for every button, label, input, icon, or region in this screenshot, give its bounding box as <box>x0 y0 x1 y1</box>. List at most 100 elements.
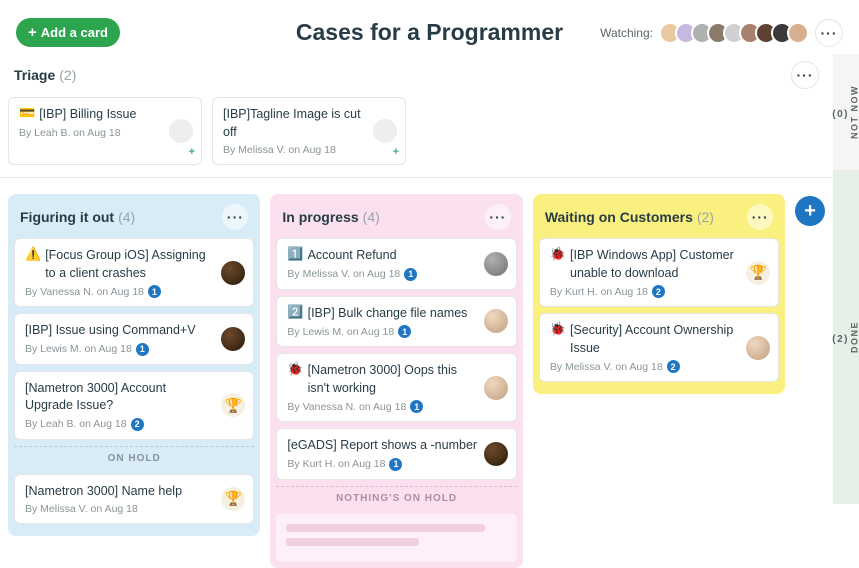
watching-label: Watching: <box>600 26 653 40</box>
triage-card[interactable]: [IBP]Tagline Image is cut off By Melissa… <box>212 97 406 165</box>
card-title: [Focus Group iOS] Assigning to a client … <box>45 247 217 282</box>
assignee-avatar[interactable] <box>746 336 770 360</box>
assignee-avatar[interactable] <box>484 252 508 276</box>
right-rail: (0) NOT NOW (2) DONE <box>833 54 859 504</box>
card-byline: By Leah B. on Aug 18 <box>25 418 127 430</box>
column-waiting: Waiting on Customers (2) ··· 🐞 [IBP Windo… <box>533 194 785 394</box>
assignee-avatar[interactable]: 🏆 <box>221 393 245 417</box>
card-byline: By Melissa V. on Aug 18 <box>223 144 369 156</box>
column-title: Figuring it out <box>20 209 114 225</box>
number-two-icon: 2️⃣ <box>287 305 303 318</box>
card-title: [Nametron 3000] Name help <box>25 483 182 501</box>
triage-card[interactable]: 💳[IBP] Billing Issue By Leah B. on Aug 1… <box>8 97 202 165</box>
card[interactable]: 1️⃣Account Refund By Melissa V. on Aug 1… <box>276 238 516 290</box>
avatar[interactable] <box>787 22 809 44</box>
rail-done-label: DONE <box>849 321 859 353</box>
rail-notnow[interactable]: (0) NOT NOW <box>833 54 859 170</box>
column-count: (4) <box>118 209 135 225</box>
unassigned-avatar[interactable] <box>373 119 397 143</box>
assignee-avatar[interactable]: 🏆 <box>746 261 770 285</box>
triage-count: (2) <box>59 67 76 83</box>
triage-title: Triage <box>14 67 55 83</box>
comment-badge: 1 <box>389 458 402 471</box>
card-title: [IBP] Billing Issue <box>39 106 136 124</box>
rail-notnow-count: (0) <box>833 110 850 121</box>
card[interactable]: ⚠️ [Focus Group iOS] Assigning to a clien… <box>14 238 254 307</box>
card[interactable]: [eGADS] Report shows a -number By Kurt H… <box>276 428 516 480</box>
column-count: (4) <box>363 209 380 225</box>
column-menu-button[interactable]: ··· <box>747 204 773 230</box>
card-title: [IBP] Issue using Command+V <box>25 322 196 340</box>
bug-icon: 🐞 <box>550 322 566 335</box>
column-menu-button[interactable]: ··· <box>485 204 511 230</box>
assignee-avatar[interactable] <box>221 261 245 285</box>
assign-plus-icon[interactable]: + <box>393 146 399 158</box>
card-byline: By Vanessa N. on Aug 18 <box>25 286 144 298</box>
column-count: (2) <box>697 209 714 225</box>
rail-notnow-label: NOT NOW <box>849 85 859 139</box>
on-hold-divider: ON HOLD <box>14 446 254 470</box>
columns-row: Figuring it out (4) ··· ⚠️ [Focus Group i… <box>0 178 833 568</box>
card-byline: By Melissa V. on Aug 18 <box>25 503 138 515</box>
card[interactable]: [IBP] Issue using Command+V By Lewis M. … <box>14 313 254 365</box>
warning-icon: ⚠️ <box>25 247 41 260</box>
card-title: [Nametron 3000] Account Upgrade Issue? <box>25 380 217 415</box>
placeholder-card <box>276 514 516 562</box>
card[interactable]: 🐞 [Nametron 3000] Oops this isn't working… <box>276 353 516 422</box>
card[interactable]: 🐞 [IBP Windows App] Customer unable to do… <box>539 238 779 307</box>
card-byline: By Melissa V. on Aug 18 <box>550 361 663 373</box>
assignee-avatar[interactable] <box>484 376 508 400</box>
add-column-button[interactable]: + <box>795 196 825 226</box>
plus-icon: + <box>804 200 816 223</box>
card[interactable]: [Nametron 3000] Name help By Melissa V. … <box>14 474 254 525</box>
card-byline: By Lewis M. on Aug 18 <box>25 343 132 355</box>
triage-section: Triage (2) ··· 💳[IBP] Billing Issue By L… <box>0 55 833 178</box>
card-title: [eGADS] Report shows a -number <box>287 437 477 455</box>
card-byline: By Vanessa N. on Aug 18 <box>287 401 406 413</box>
trophy-icon: 🏆 <box>750 264 767 281</box>
add-card-button[interactable]: + Add a card <box>16 18 120 47</box>
card-byline: By Kurt H. on Aug 18 <box>550 286 648 298</box>
plus-icon: + <box>28 24 37 41</box>
bug-icon: 🐞 <box>550 247 566 260</box>
column-figuring: Figuring it out (4) ··· ⚠️ [Focus Group i… <box>8 194 260 536</box>
comment-badge: 1 <box>148 285 161 298</box>
unassigned-avatar[interactable] <box>169 119 193 143</box>
card-title: [IBP] Bulk change file names <box>308 305 468 323</box>
assignee-avatar[interactable] <box>484 309 508 333</box>
column-menu-button[interactable]: ··· <box>222 204 248 230</box>
card-title: Account Refund <box>308 247 397 265</box>
assignee-avatar[interactable] <box>484 442 508 466</box>
assignee-avatar[interactable] <box>221 327 245 351</box>
header-right: Watching: ··· <box>600 19 843 47</box>
board-menu-button[interactable]: ··· <box>815 19 843 47</box>
card[interactable]: 2️⃣ [IBP] Bulk change file names By Lewis… <box>276 296 516 348</box>
bug-icon: 🐞 <box>287 362 303 375</box>
comment-badge: 1 <box>404 268 417 281</box>
assignee-avatar[interactable]: 🏆 <box>221 487 245 511</box>
comment-badge: 1 <box>410 400 423 413</box>
column-header: In progress (4) ··· <box>276 200 516 238</box>
skeleton-line <box>286 524 484 532</box>
card-byline: By Lewis M. on Aug 18 <box>287 326 394 338</box>
watcher-avatars[interactable] <box>659 22 809 44</box>
card[interactable]: [Nametron 3000] Account Upgrade Issue? B… <box>14 371 254 440</box>
card[interactable]: 🐞[Security] Account Ownership Issue By M… <box>539 313 779 382</box>
comment-badge: 2 <box>131 418 144 431</box>
column-header: Waiting on Customers (2) ··· <box>539 200 779 238</box>
assign-plus-icon[interactable]: + <box>189 146 195 158</box>
card-title: [Nametron 3000] Oops this isn't working <box>308 362 480 397</box>
rail-done-count: (2) <box>833 335 850 346</box>
rail-done[interactable]: (2) DONE <box>833 170 859 504</box>
column-progress: In progress (4) ··· 1️⃣Account Refund By… <box>270 194 522 568</box>
triage-header: Triage (2) ··· <box>8 55 825 97</box>
add-card-label: Add a card <box>41 25 108 40</box>
card-byline: By Melissa V. on Aug 18 <box>287 268 400 280</box>
card-title: [IBP Windows App] Customer unable to dow… <box>570 247 742 282</box>
column-title: Waiting on Customers <box>545 209 693 225</box>
comment-badge: 2 <box>652 285 665 298</box>
nothing-on-hold: NOTHING'S ON HOLD <box>276 486 516 510</box>
skeleton-line <box>286 538 418 546</box>
card-title: [IBP]Tagline Image is cut off <box>223 106 369 141</box>
triage-menu-button[interactable]: ··· <box>791 61 819 89</box>
